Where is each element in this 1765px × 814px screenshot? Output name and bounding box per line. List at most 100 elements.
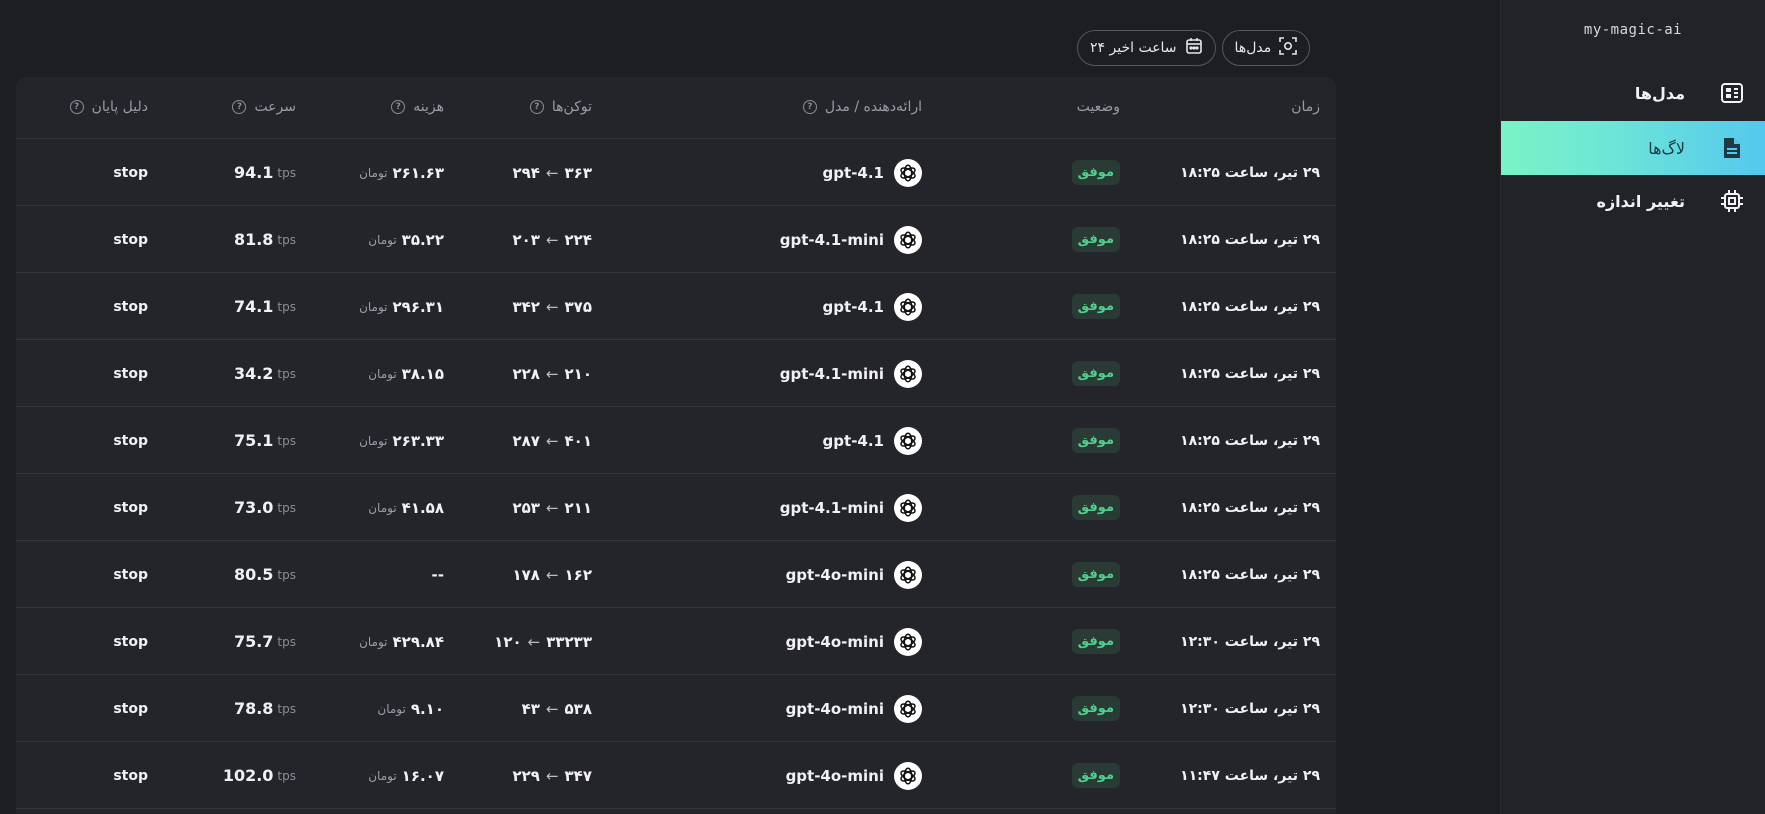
status-badge: موفق bbox=[1071, 629, 1120, 654]
sidebar-item-models[interactable]: مدل‌ها bbox=[1501, 66, 1765, 120]
openai-icon bbox=[894, 761, 922, 790]
row-time: ۲۹ تیر، ساعت ۱۱:۴۷ bbox=[1180, 767, 1320, 784]
header-speed[interactable]: سرعت? bbox=[232, 99, 296, 115]
tokens-in: ۲۱۰ bbox=[564, 364, 592, 383]
header-status[interactable]: وضعیت bbox=[1077, 99, 1120, 115]
row-model: gpt-4.1-mini bbox=[780, 340, 922, 407]
row-finish-reason: stop bbox=[113, 432, 148, 449]
models-icon bbox=[1719, 80, 1745, 106]
tokens-in: ۵۳۸ bbox=[564, 699, 592, 718]
table-row[interactable]: ۲۹ تیر، ساعت ۱۸:۲۵ موفق gpt-4.1 ۳۴۲ ← ۳۷۵ … bbox=[16, 273, 1336, 340]
openai-icon bbox=[894, 292, 922, 321]
openai-icon bbox=[894, 627, 922, 656]
arrow-icon: ← bbox=[545, 230, 559, 249]
model-name: gpt-4.1-mini bbox=[779, 498, 884, 517]
cost-unit: تومان bbox=[377, 701, 406, 716]
row-speed: 102.0 tps bbox=[223, 742, 296, 809]
time-range-filter[interactable]: ۲۴ ساعت اخیر bbox=[1077, 30, 1216, 66]
status-badge: موفق bbox=[1071, 160, 1120, 185]
speed-value: 34.2 bbox=[233, 364, 274, 383]
tokens-in: ۳۶۳ bbox=[564, 163, 592, 182]
speed-unit: tps bbox=[277, 500, 296, 515]
header-tokens[interactable]: توکن‌ها? bbox=[529, 99, 592, 115]
row-tokens: ۲۸۷ ← ۴۰۱ bbox=[512, 407, 592, 474]
sidebar-item-label: مدل‌ها bbox=[1634, 83, 1685, 103]
table-row[interactable]: ۲۹ تیر، ساعت ۱۸:۲۵ موفق gpt-4.1-mini ۲۲۸… bbox=[16, 340, 1336, 407]
row-speed: 74.1 tps bbox=[234, 273, 296, 340]
cost-value: ۲۶۱.۶۳ bbox=[392, 163, 444, 182]
row-status: موفق bbox=[1071, 206, 1120, 273]
row-status: موفق bbox=[1071, 273, 1120, 340]
model-name: gpt-4o-mini bbox=[785, 766, 884, 785]
status-badge: موفق bbox=[1071, 562, 1120, 587]
row-status: موفق bbox=[1071, 474, 1120, 541]
tokens-in: ۴۰۱ bbox=[564, 431, 592, 450]
openai-icon bbox=[894, 225, 922, 254]
speed-unit: tps bbox=[277, 567, 296, 582]
arrow-icon: ← bbox=[545, 297, 559, 316]
table-row[interactable]: ۲۹ تیر، ساعت ۱۸:۲۵ موفق gpt-4o-mini ۱۷۸ ←… bbox=[16, 541, 1336, 608]
table-row[interactable]: ۲۹ تیر، ساعت ۱۲:۳۰ موفق gpt-4o-mini ۱۲۰ ←… bbox=[16, 608, 1336, 675]
table-row[interactable]: ۲۹ تیر، ساعت ۱۸:۲۵ موفق gpt-4.1-mini ۲۰۳… bbox=[16, 206, 1336, 273]
arrow-icon: ← bbox=[545, 699, 559, 718]
help-icon[interactable]: ? bbox=[232, 100, 247, 114]
header-time[interactable]: زمان bbox=[1291, 99, 1320, 115]
row-time: ۲۹ تیر، ساعت ۱۲:۳۰ bbox=[1180, 700, 1320, 717]
table-row[interactable]: ۲۹ تیر، ساعت ۱۸:۲۵ موفق gpt-4.1 ۲۹۴ ← ۳۶۳ … bbox=[16, 139, 1336, 206]
header-cost[interactable]: هزینه? bbox=[391, 99, 444, 115]
filter-bar: ۲۴ ساعت اخیر مدل‌ها bbox=[1077, 30, 1311, 66]
row-tokens: ۱۲۰ ← ۳۳۲۳۳ bbox=[494, 608, 592, 675]
help-icon[interactable]: ? bbox=[802, 100, 817, 114]
cost-unit: تومان bbox=[359, 433, 388, 448]
speed-unit: tps bbox=[277, 366, 296, 381]
model-name: gpt-4o-mini bbox=[785, 565, 884, 584]
sidebar-item-resize[interactable]: تغییر اندازه bbox=[1501, 174, 1765, 228]
help-icon[interactable]: ? bbox=[69, 100, 84, 114]
row-finish-reason: stop bbox=[113, 767, 148, 784]
row-cost: ۲۶۳.۳۳ تومان bbox=[359, 407, 444, 474]
row-status: موفق bbox=[1071, 608, 1120, 675]
status-badge: موفق bbox=[1071, 294, 1120, 319]
row-model: gpt-4o-mini bbox=[786, 742, 922, 809]
model-name: gpt-4o-mini bbox=[785, 632, 884, 651]
speed-value: 80.5 bbox=[233, 565, 274, 584]
row-finish-reason: stop bbox=[113, 365, 148, 382]
row-speed: 34.2 tps bbox=[234, 340, 296, 407]
table-header: زمان وضعیت ارائه‌دهنده / مدل? توکن‌ها? ه… bbox=[16, 77, 1336, 139]
header-provider-model[interactable]: ارائه‌دهنده / مدل? bbox=[802, 99, 922, 115]
row-status: موفق bbox=[1071, 407, 1120, 474]
row-speed: 78.8 tps bbox=[234, 675, 296, 742]
row-tokens: ۲۵۳ ← ۲۱۱ bbox=[512, 474, 592, 541]
cost-unit: تومان bbox=[368, 500, 397, 515]
row-speed: 81.8 tps bbox=[234, 206, 296, 273]
model-name: gpt-4.1 bbox=[822, 163, 884, 182]
row-status: موفق bbox=[1071, 675, 1120, 742]
tokens-in: ۳۴۷ bbox=[564, 766, 592, 785]
row-time: ۲۹ تیر، ساعت ۱۲:۳۰ bbox=[1180, 633, 1320, 650]
table-row[interactable]: ۲۹ تیر، ساعت ۱۸:۲۵ موفق gpt-4.1 ۲۸۷ ← ۴۰۱ … bbox=[16, 407, 1336, 474]
model-name: gpt-4.1 bbox=[822, 431, 884, 450]
calendar-icon bbox=[1185, 37, 1203, 59]
row-time: ۲۹ تیر، ساعت ۱۸:۲۵ bbox=[1180, 231, 1320, 248]
help-icon[interactable]: ? bbox=[391, 100, 406, 114]
row-finish-reason: stop bbox=[113, 633, 148, 650]
row-status: موفق bbox=[1071, 541, 1120, 608]
table-row[interactable]: ۲۹ تیر، ساعت ۱۲:۳۰ موفق gpt-4o-mini ۴۳ ← ۵… bbox=[16, 675, 1336, 742]
sidebar-item-logs[interactable]: لاگ‌ها bbox=[1501, 121, 1765, 175]
cost-value: ۳۸.۱۵ bbox=[401, 364, 444, 383]
row-status: موفق bbox=[1071, 340, 1120, 407]
row-time: ۲۹ تیر، ساعت ۱۸:۲۵ bbox=[1180, 499, 1320, 516]
row-cost: ۱۶.۰۷ تومان bbox=[368, 742, 444, 809]
models-filter[interactable]: مدل‌ها bbox=[1221, 30, 1311, 66]
row-finish-reason: stop bbox=[113, 298, 148, 315]
row-cost: ۴۲۹.۸۴ تومان bbox=[359, 608, 444, 675]
table-row[interactable]: ۲۹ تیر، ساعت ۱۸:۲۵ موفق gpt-4.1-mini ۲۵۳… bbox=[16, 474, 1336, 541]
row-speed: 75.7 tps bbox=[234, 608, 296, 675]
arrow-icon: ← bbox=[545, 364, 559, 383]
help-icon[interactable]: ? bbox=[529, 100, 544, 114]
cost-unit: تومان bbox=[359, 299, 388, 314]
table-row[interactable]: ۲۹ تیر، ساعت ۱۱:۴۷ موفق gpt-4o-mini ۲۲۹ ←… bbox=[16, 742, 1336, 809]
arrow-icon: ← bbox=[545, 766, 559, 785]
cost-unit: تومان bbox=[368, 768, 397, 783]
header-finish-reason[interactable]: دلیل پایان? bbox=[69, 99, 148, 115]
